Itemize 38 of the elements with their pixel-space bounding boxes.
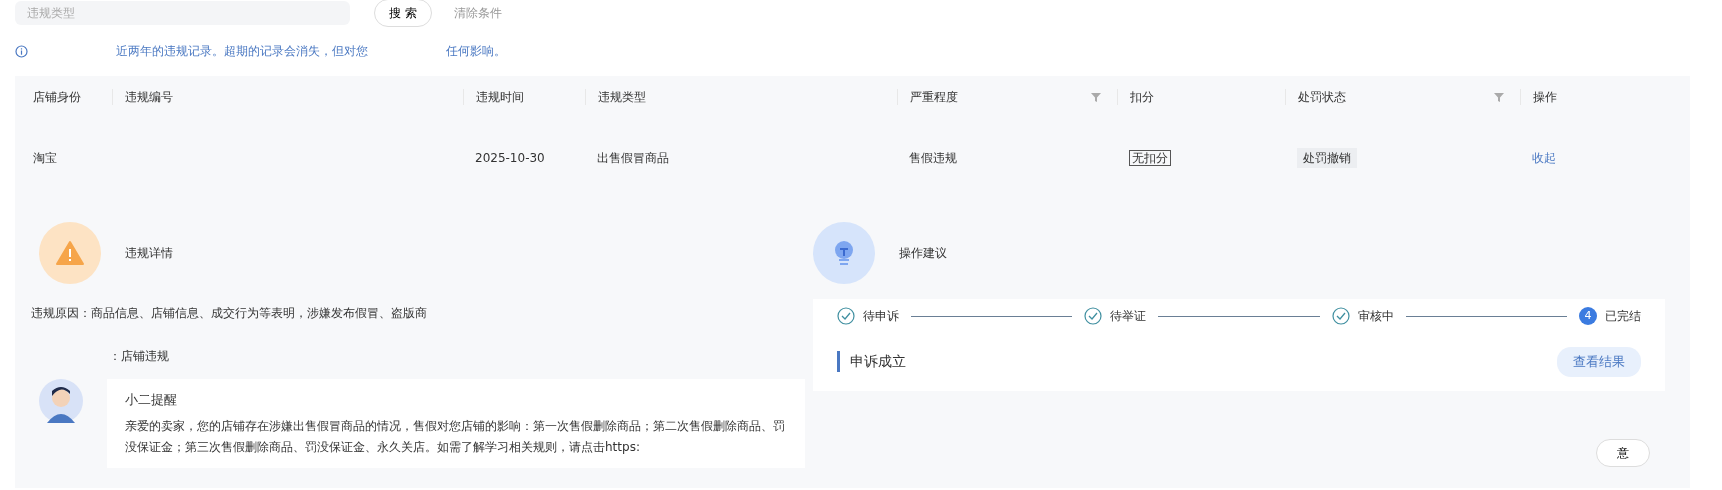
section-title: 操作建议 (899, 245, 947, 262)
step-number: 4 (1579, 307, 1597, 325)
search-button[interactable]: 搜 索 (374, 0, 432, 27)
table-cell-text: 出售假冒商品 (596, 150, 670, 167)
more-button[interactable]: 意 (1596, 438, 1650, 467)
search-field[interactable]: 违规类型 (15, 1, 350, 25)
clear-button[interactable]: 清除条件 (447, 3, 508, 23)
section-title: 违规详情 (125, 245, 173, 262)
category-text: ：店铺违规 (109, 348, 170, 365)
step-label: 审核中 (1357, 308, 1394, 325)
reminder-title: 小二提醒 (125, 391, 178, 409)
column-header: 处罚状态 (1298, 89, 1346, 106)
column-header: 操作 (1533, 89, 1557, 106)
column-header: 扣分 (1130, 89, 1154, 106)
notice-text: 近两年的违规记录。超期的记录会消失，但对您 (116, 43, 368, 60)
avatar-icon (39, 379, 83, 423)
table-cell-text: 淘宝 (33, 150, 58, 167)
step-label: 待举证 (1110, 308, 1147, 325)
step-label: 待申诉 (863, 308, 899, 325)
reminder-text: 亲爱的卖家，您的店铺存在涉嫌出售假冒商品的情况，售假对您店铺的影响：第一次售假删除商品；第二次售假删除商品、罚没保证金；第三次售假删除商品、罚没保证金、永久关店。如需了解学习相关规则，请点击https: (125, 418, 786, 456)
column-header: 严重程度 (910, 89, 958, 106)
column-header: 店铺身份 (33, 89, 81, 106)
view-result-button[interactable]: 查看结果 (1557, 347, 1641, 377)
table-cell-text: 2025-10-30 (474, 150, 546, 167)
notice-text: 任何影响。 (446, 43, 506, 60)
status-tag: 处罚撤销 (1297, 148, 1357, 168)
result-title: 申诉成立 (837, 351, 906, 373)
filter-icon (1091, 92, 1101, 102)
filter-icon (1494, 92, 1504, 102)
column-header: 违规时间 (476, 89, 524, 106)
table-cell-text: 售假违规 (908, 150, 958, 167)
info-icon (15, 44, 28, 58)
column-header: 违规编号 (125, 89, 173, 106)
column-header: 违规类型 (598, 89, 646, 106)
step-label: 已完结 (1605, 308, 1641, 325)
reason-text: 违规原因：商品信息、店铺信息、成交行为等表明，涉嫌发布假冒、盗版商 (31, 305, 428, 322)
collapse-link[interactable]: 收起 (1532, 151, 1556, 165)
deduction-tag: 无扣分 (1129, 150, 1171, 166)
